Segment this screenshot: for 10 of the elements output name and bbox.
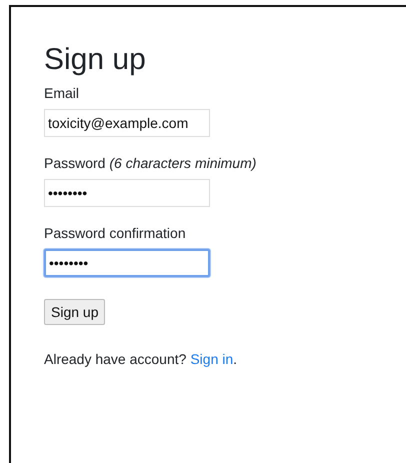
input-field[interactable]: •••••••• [44, 249, 210, 277]
sign-in-prompt: Already have account? Sign in. [44, 351, 238, 367]
sign-in-link[interactable]: Sign in [190, 351, 234, 367]
field-label: Password confirmation [44, 225, 186, 241]
input-field[interactable]: •••••••• [44, 179, 210, 207]
field-label: Email [44, 85, 80, 101]
page-title: Sign up [44, 43, 147, 77]
input-field[interactable]: toxicity@example.com [44, 109, 210, 137]
field-label: Password (6 characters minimum) [44, 155, 256, 171]
sign-up-button[interactable]: Sign up [44, 299, 106, 325]
